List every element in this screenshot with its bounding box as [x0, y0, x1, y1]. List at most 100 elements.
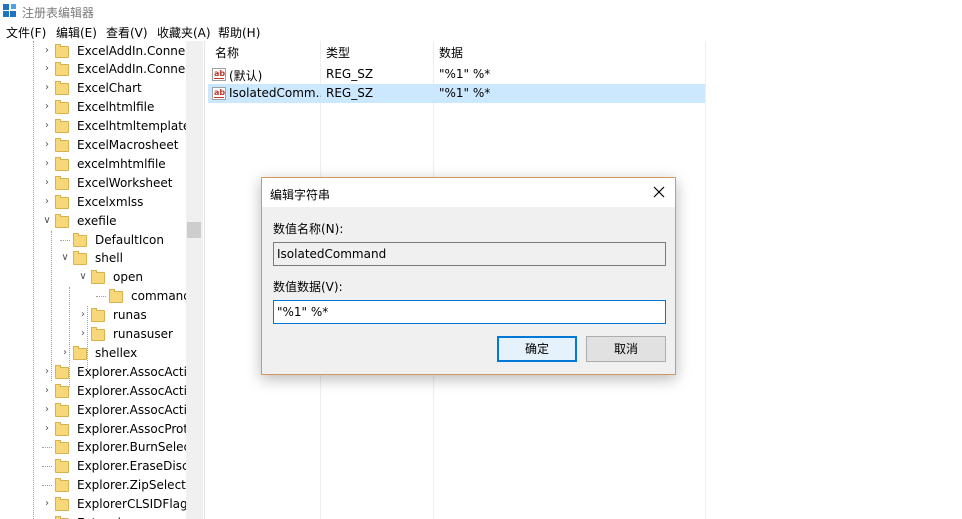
tree-guide-line — [69, 287, 70, 387]
folder-icon — [55, 459, 69, 474]
tree-connector — [42, 447, 52, 449]
tree-item[interactable]: › ExcelMacrosheet — [0, 136, 186, 155]
chevron-right-icon[interactable]: › — [42, 63, 52, 75]
tree-connector — [60, 239, 70, 241]
folder-icon — [73, 345, 87, 360]
tree-item-label: Explorer.EraseDisc — [77, 459, 189, 474]
chevron-right-icon[interactable]: › — [42, 120, 52, 132]
tree-item-label: ExcelChart — [77, 81, 142, 96]
column-header-data[interactable]: 数据 — [439, 44, 463, 61]
folder-icon — [55, 478, 69, 493]
folder-icon — [91, 308, 105, 323]
string-value-icon: ab — [212, 68, 226, 81]
tree-item[interactable]: command — [0, 287, 191, 307]
tree-item-label: Explorer.BurnSelect — [77, 440, 195, 455]
registry-tree[interactable]: › ExcelAddIn.Connect › ExcelAddIn.Connect › E… — [0, 41, 205, 519]
folder-icon — [55, 156, 69, 171]
column-header-name[interactable]: 名称 — [215, 44, 239, 61]
value-name: (默认) — [229, 69, 263, 83]
tree-item-label: open — [113, 270, 143, 285]
tree-item[interactable]: › runasuser — [0, 325, 186, 344]
menu-favorites[interactable]: 收藏夹(A) — [157, 24, 211, 41]
tree-connector — [42, 485, 52, 487]
folder-icon — [55, 100, 69, 115]
value-data-input[interactable] — [273, 300, 666, 324]
menu-help[interactable]: 帮助(H) — [218, 24, 260, 41]
folder-icon — [55, 421, 69, 436]
tree-item[interactable]: › Explorer.AssocActio — [0, 382, 194, 401]
column-header-type[interactable]: 类型 — [326, 44, 350, 61]
folder-icon — [91, 327, 105, 341]
folder-icon — [55, 213, 69, 228]
ok-button[interactable]: 确定 — [497, 336, 577, 362]
chevron-right-icon[interactable]: › — [42, 82, 52, 94]
tree-guide-line — [33, 41, 34, 519]
window-title: 注册表编辑器 — [22, 6, 95, 20]
tree-item-label: command — [131, 289, 191, 304]
menu-bar: 文件(F) 编辑(E) 查看(V) 收藏夹(A) 帮助(H) — [0, 22, 962, 41]
tree-item[interactable]: › shellex — [0, 344, 186, 363]
tree-item[interactable]: ∨ exefile — [0, 212, 186, 231]
tree-item[interactable]: ›Extensions — [0, 514, 186, 519]
tree-item[interactable]: › ExcelAddIn.Connect — [0, 42, 197, 61]
chevron-down-icon[interactable]: ∨ — [60, 252, 70, 264]
chevron-right-icon[interactable]: › — [42, 177, 52, 189]
folder-icon — [55, 81, 69, 96]
chevron-right-icon[interactable]: › — [42, 385, 52, 397]
tree-item[interactable]: › Explorer.AssocActio — [0, 363, 194, 382]
tree-item[interactable]: ∨ open — [0, 268, 186, 287]
chevron-right-icon[interactable]: › — [42, 423, 52, 435]
chevron-right-icon[interactable]: › — [42, 498, 52, 510]
tree-guide-line — [51, 231, 52, 381]
tree-item[interactable]: › excelmhtmlfile — [0, 155, 186, 174]
tree-item[interactable]: › Excelhtmlfile — [0, 98, 186, 117]
chevron-right-icon[interactable]: › — [42, 404, 52, 416]
tree-item-label: exefile — [77, 213, 117, 228]
tree-item[interactable]: Explorer.ZipSelectio — [0, 476, 197, 495]
tree-item[interactable]: › Explorer.AssocProto — [0, 420, 195, 439]
tree-item[interactable]: › ExplorerCLSIDFlags — [0, 495, 194, 514]
tree-item-label: Explorer.AssocActio — [77, 383, 195, 398]
tree-item[interactable]: › ExcelWorksheet — [0, 174, 186, 193]
folder-icon — [73, 251, 87, 266]
menu-edit[interactable]: 编辑(E) — [56, 24, 97, 41]
tree-item[interactable]: › Explorer.AssocActio — [0, 401, 194, 420]
tree-item-label: shellex — [95, 345, 138, 360]
tree-item-label: ExplorerCLSIDFlags — [77, 497, 194, 512]
chevron-down-icon[interactable]: ∨ — [42, 215, 52, 227]
chevron-down-icon[interactable]: ∨ — [78, 271, 88, 283]
folder-icon — [109, 289, 123, 304]
list-item[interactable]: ab (默认) REG_SZ "%1" %* — [208, 65, 705, 84]
menu-file[interactable]: 文件(F) — [6, 24, 46, 41]
tree-item[interactable]: › runas — [0, 306, 186, 325]
tree-item[interactable]: DefaultIcon — [0, 231, 186, 250]
tree-item[interactable]: › ExcelChart — [0, 79, 186, 98]
tree-item[interactable]: Explorer.BurnSelect — [0, 438, 195, 457]
tree-item[interactable]: Explorer.EraseDisc — [0, 457, 189, 476]
regedit-app-icon — [3, 4, 16, 17]
tree-item[interactable]: ∨ shell — [0, 249, 186, 268]
chevron-right-icon[interactable]: › — [42, 196, 52, 208]
cancel-button[interactable]: 取消 — [586, 336, 666, 362]
folder-icon — [55, 402, 69, 417]
chevron-right-icon[interactable]: › — [42, 139, 52, 151]
chevron-right-icon[interactable]: › — [42, 101, 52, 113]
tree-item-label: Excelhtmlfile — [77, 100, 155, 115]
value-name-label: 数值名称(N): — [273, 222, 344, 236]
close-icon[interactable] — [649, 182, 669, 202]
value-type: REG_SZ — [326, 86, 374, 100]
tree-scrollbar-thumb[interactable] — [187, 222, 201, 238]
tree-vertical-scrollbar[interactable] — [186, 41, 203, 519]
tree-item[interactable]: › Excelhtmltemplate — [0, 117, 190, 136]
folder-icon — [55, 119, 69, 134]
chevron-right-icon[interactable]: › — [42, 158, 52, 170]
tree-item[interactable]: › Excelxmlss — [0, 193, 186, 212]
menu-view[interactable]: 查看(V) — [106, 24, 148, 41]
folder-icon — [55, 138, 69, 152]
folder-icon — [55, 194, 69, 209]
chevron-right-icon[interactable]: › — [42, 45, 52, 57]
list-item-selected[interactable]: ab IsolatedComm... REG_SZ "%1" %* — [208, 84, 705, 103]
column-separator — [705, 41, 706, 519]
tree-item[interactable]: › ExcelAddIn.Connect — [0, 60, 197, 79]
dialog-title-bar: 编辑字符串 — [262, 178, 675, 207]
